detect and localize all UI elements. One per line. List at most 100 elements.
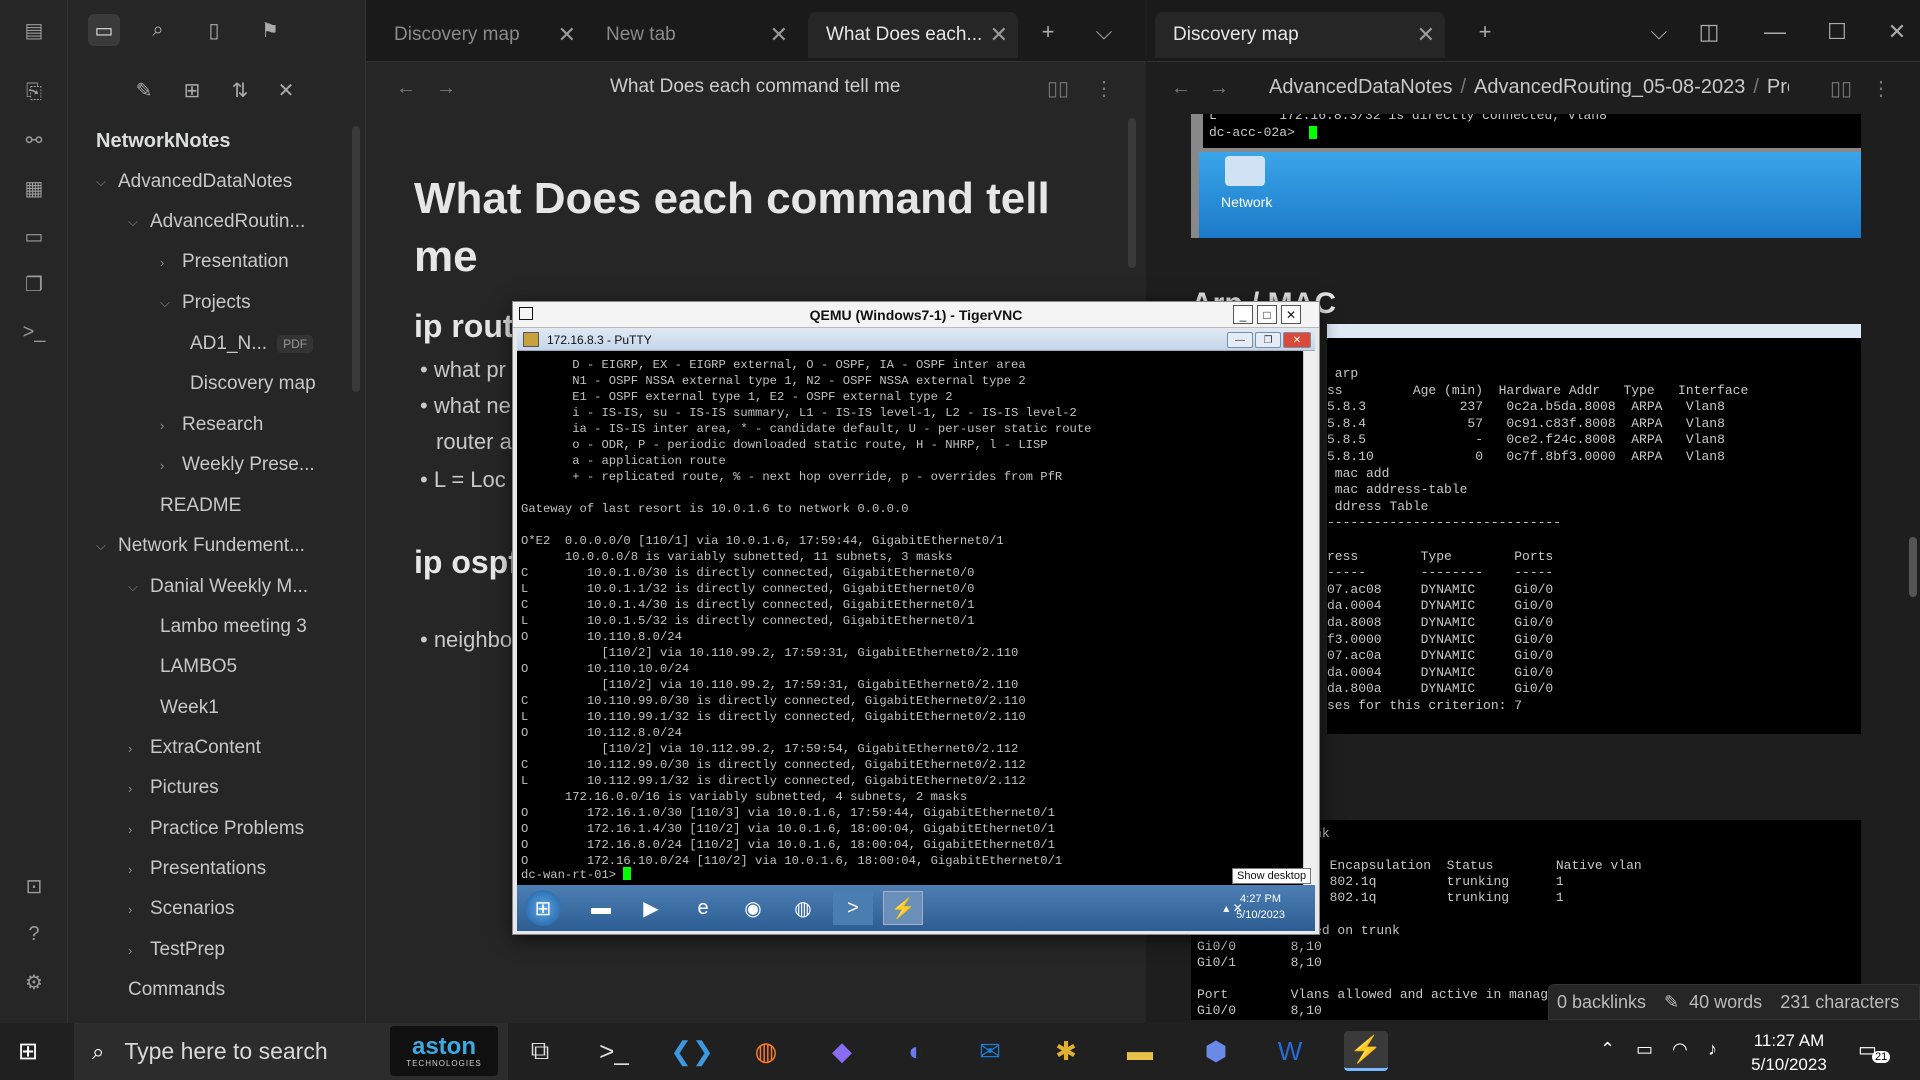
new-tab-plus-icon[interactable]: + xyxy=(1471,18,1499,46)
open-quick-switcher-icon[interactable]: ⎘ xyxy=(20,78,48,106)
powershell-icon[interactable]: > xyxy=(833,891,873,925)
close-icon[interactable]: ✕ xyxy=(1417,22,1435,48)
settings-gear-icon[interactable]: ⚙ xyxy=(20,968,48,996)
tree-folder[interactable]: › Presentation xyxy=(160,244,289,280)
close-window-icon[interactable]: ✕ xyxy=(1883,18,1911,46)
slack-icon[interactable]: ✱ xyxy=(1044,1031,1088,1071)
maximize-button[interactable]: □ xyxy=(1257,305,1277,324)
media-player-icon[interactable]: ▶ xyxy=(631,891,671,925)
chevron-down-icon[interactable]: ⌵ xyxy=(1645,18,1673,46)
battery-icon[interactable]: ▭ xyxy=(1636,1039,1653,1060)
new-note-icon[interactable]: ✎ xyxy=(130,76,158,104)
editor-scrollbar[interactable] xyxy=(1128,118,1136,268)
canvas-icon[interactable]: ▦ xyxy=(20,174,48,202)
folder-icon[interactable]: ▭ xyxy=(88,14,120,46)
putty-minimize-button[interactable]: — xyxy=(1227,332,1253,348)
chevron-down-icon[interactable]: ⌵ xyxy=(1090,18,1118,46)
wifi-icon[interactable]: ◠ xyxy=(1672,1039,1688,1060)
backlinks-count[interactable]: 0 backlinks xyxy=(1557,992,1646,1013)
tree-file[interactable]: AD1_N... PDF xyxy=(190,326,314,362)
tree-folder[interactable]: › Practice Problems xyxy=(128,811,304,847)
vnc-title-bar[interactable]: QEMU (Windows7-1) - TigerVNC _ □ ✕ xyxy=(513,302,1319,328)
back-arrow-icon[interactable]: ← xyxy=(1167,74,1195,102)
breadcrumb-item[interactable]: Proje xyxy=(1767,76,1789,98)
win7-clock[interactable]: 4:27 PM 5/10/2023 xyxy=(1236,891,1285,923)
tree-folder[interactable]: ⌵ Projects xyxy=(160,285,251,321)
tigervnc-window[interactable]: QEMU (Windows7-1) - TigerVNC _ □ ✕ 172.1… xyxy=(512,301,1320,935)
tree-file[interactable]: Discovery map xyxy=(190,366,316,402)
firefox-icon[interactable]: ◍ xyxy=(744,1031,788,1071)
tree-folder[interactable]: ⌵ Danial Weekly M... xyxy=(128,569,308,605)
help-icon[interactable]: ? xyxy=(20,920,48,948)
terminal-app-icon[interactable]: >_ xyxy=(592,1031,636,1071)
file-explorer-icon[interactable]: ▬ xyxy=(1118,1031,1162,1071)
tab-discovery-map[interactable]: Discovery map ✕ xyxy=(376,12,586,58)
tree-folder[interactable]: ⌵ Network Fundement... xyxy=(96,528,305,564)
putty-taskbar-icon[interactable]: ⚡ xyxy=(883,891,923,925)
breadcrumb-item[interactable]: AdvancedDataNotes xyxy=(1269,76,1452,98)
tab-what-does-each[interactable]: What Does each... ✕ xyxy=(808,12,1018,58)
tree-folder[interactable]: › Presentations xyxy=(128,851,266,887)
tree-file[interactable]: Week1 xyxy=(160,690,219,726)
putty-maximize-button[interactable]: ❐ xyxy=(1255,332,1281,348)
terminal-prompt-line[interactable]: dc-wan-rt-01> xyxy=(521,867,632,883)
bookmark-icon[interactable]: ⚑ xyxy=(254,14,286,46)
sidebar-toggle-icon[interactable]: ▤ xyxy=(20,16,48,44)
tree-file[interactable]: LAMBO5 xyxy=(160,649,237,685)
putty-close-button[interactable]: ✕ xyxy=(1283,332,1311,348)
new-folder-icon[interactable]: ⊞ xyxy=(178,76,206,104)
tree-folder[interactable]: › Research xyxy=(160,407,263,443)
command-palette-icon[interactable]: >_ xyxy=(20,318,48,346)
task-view-icon[interactable]: ⧉ xyxy=(518,1031,562,1071)
close-button[interactable]: ✕ xyxy=(1281,305,1301,324)
putty-title-bar[interactable]: 172.16.8.3 - PuTTY — ❐ ✕ xyxy=(517,329,1315,351)
close-icon[interactable]: ✕ xyxy=(558,22,576,48)
search-icon[interactable]: ⌕ xyxy=(142,14,174,46)
terminal-scrollbar[interactable] xyxy=(1303,351,1317,885)
close-icon[interactable]: ✕ xyxy=(990,22,1008,48)
explorer-folder-icon[interactable]: ▬ xyxy=(581,891,621,925)
calendar-icon[interactable]: ▭ xyxy=(20,222,48,250)
tab-discovery-map-right[interactable]: Discovery map ✕ xyxy=(1155,12,1445,58)
sidebar-scrollbar[interactable] xyxy=(352,126,360,392)
maximize-icon[interactable]: ☐ xyxy=(1823,18,1851,46)
app-hexagon-icon[interactable]: ⬢ xyxy=(1194,1031,1238,1071)
more-options-icon[interactable]: ⋮ xyxy=(1867,74,1895,102)
tree-folder[interactable]: › Scenarios xyxy=(128,891,235,927)
chrome-icon[interactable]: ◉ xyxy=(733,891,773,925)
new-tab-plus-icon[interactable]: + xyxy=(1034,18,1062,46)
internet-explorer-icon[interactable]: e xyxy=(683,891,723,925)
file-icon[interactable]: ▯ xyxy=(198,14,230,46)
breadcrumb-item[interactable]: AdvancedRouting_05-08-2023 xyxy=(1474,76,1745,98)
tray-overflow-chevron-icon[interactable]: ⌃ xyxy=(1600,1039,1615,1060)
firefox-icon[interactable]: ◍ xyxy=(783,891,823,925)
obsidian-icon[interactable]: ◆ xyxy=(820,1031,864,1071)
forward-arrow-icon[interactable]: → xyxy=(432,74,460,102)
split-view-icon[interactable]: ◫ xyxy=(1695,18,1723,46)
preview-scrollbar[interactable] xyxy=(1909,537,1917,597)
edit-pencil-icon[interactable]: ✎ xyxy=(1664,992,1679,1013)
tree-folder[interactable]: › ExtraContent xyxy=(128,730,261,766)
graph-view-icon[interactable]: ⚯ xyxy=(20,126,48,154)
volume-icon[interactable]: ♪ xyxy=(1708,1039,1717,1060)
tree-folder[interactable]: › Pictures xyxy=(128,770,219,806)
taskbar-clock[interactable]: 11:27 AM 5/10/2023 xyxy=(1734,1029,1844,1077)
reading-view-book-icon[interactable]: ▯▯ xyxy=(1044,74,1072,102)
minimize-button[interactable]: _ xyxy=(1233,305,1253,324)
templates-icon[interactable]: ❐ xyxy=(20,270,48,298)
putty-terminal[interactable]: D - EIGRP, EX - EIGRP external, O - OSPF… xyxy=(517,351,1303,885)
tree-file[interactable]: Lambo meeting 3 xyxy=(160,609,307,645)
minimize-icon[interactable]: — xyxy=(1761,18,1789,46)
reading-view-book-icon[interactable]: ▯▯ xyxy=(1827,74,1855,102)
vault-switch-icon[interactable]: ⊡ xyxy=(20,872,48,900)
more-options-icon[interactable]: ⋮ xyxy=(1090,74,1118,102)
note-title[interactable]: What Does each command tell me xyxy=(610,76,900,98)
tree-file[interactable]: Commands xyxy=(128,972,225,1008)
back-arrow-icon[interactable]: ← xyxy=(392,74,420,102)
vault-name[interactable]: NetworkNotes xyxy=(96,130,230,153)
tree-folder[interactable]: › Weekly Prese... xyxy=(160,447,315,483)
word-icon[interactable]: W xyxy=(1268,1031,1312,1071)
close-icon[interactable]: ✕ xyxy=(770,22,788,48)
tab-new-tab[interactable]: New tab ✕ xyxy=(588,12,798,58)
discord-icon[interactable]: ◐ xyxy=(894,1031,938,1071)
